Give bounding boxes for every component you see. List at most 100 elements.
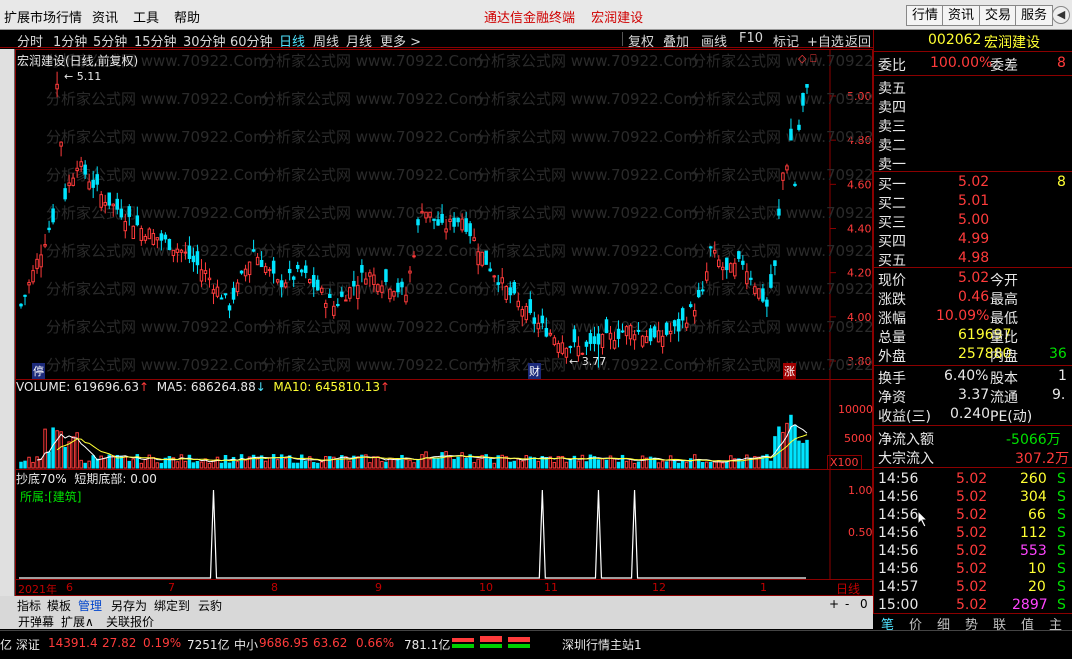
- quote-tab[interactable]: 主: [1049, 614, 1062, 633]
- volume-label: VOLUME:: [16, 380, 71, 394]
- tab-template[interactable]: 模板: [47, 597, 71, 614]
- stat-label: 净资: [878, 390, 906, 406]
- candle-body: [488, 268, 492, 272]
- chart-title: 宏润建设(日线,前复权): [17, 54, 139, 68]
- candle-body: [753, 286, 757, 294]
- left-scroll-strip[interactable]: [0, 49, 15, 596]
- period-5min[interactable]: 5分钟: [93, 31, 127, 50]
- tick-time: 14:56: [878, 561, 919, 577]
- volume-bar: [660, 460, 665, 469]
- period-60min[interactable]: 60分钟: [230, 31, 273, 50]
- service-button[interactable]: 服务: [1015, 5, 1054, 26]
- volume-bar: [532, 457, 537, 469]
- adjust-button[interactable]: 复权: [628, 31, 654, 50]
- candle-body: [680, 308, 685, 321]
- quote-tab[interactable]: 笔: [881, 614, 894, 633]
- candle-body: [63, 188, 67, 200]
- draw-line-button[interactable]: 画线: [701, 31, 727, 50]
- candle-body: [199, 269, 204, 282]
- menu-tools[interactable]: 工具: [133, 7, 159, 26]
- tick-volume: 66: [1028, 507, 1046, 523]
- candle-body: [572, 329, 577, 343]
- volume-bar: [576, 460, 581, 469]
- stat-value: 0.46: [958, 289, 990, 305]
- period-monthly[interactable]: 月线: [346, 31, 372, 50]
- volume-bar: [492, 462, 496, 469]
- watermark-text: 分析家公式网 www.70922.Com: [261, 90, 483, 108]
- stat-label: 总量: [878, 330, 906, 346]
- volume-bar: [745, 454, 749, 469]
- tab-bind-to[interactable]: 绑定到: [154, 597, 190, 614]
- period-more[interactable]: 更多 >: [380, 31, 421, 50]
- tick-price: 5.02: [956, 471, 988, 487]
- sell-level-label: 卖三: [878, 119, 906, 135]
- stat-value: 6.40%: [944, 368, 989, 384]
- chart-settings-icon[interactable]: ◇ ⎕: [798, 52, 817, 66]
- candle-body: [496, 282, 500, 285]
- quote-tab[interactable]: 值: [1021, 614, 1034, 633]
- candle-body: [219, 297, 224, 300]
- candle-body: [75, 167, 79, 172]
- trade-button[interactable]: 交易: [979, 5, 1018, 26]
- tick-volume: 304: [1020, 489, 1047, 505]
- quote-tab[interactable]: 细: [937, 614, 950, 633]
- f10-button[interactable]: F10: [739, 31, 763, 46]
- candle-body: [524, 305, 529, 321]
- mark-button[interactable]: 标记: [773, 31, 799, 50]
- stat-label: 今开: [990, 273, 1018, 289]
- candle-body: [568, 345, 573, 348]
- period-weekly[interactable]: 周线: [313, 31, 339, 50]
- volume-bar: [564, 461, 569, 469]
- menu-extended-market[interactable]: 扩展市场行情: [4, 7, 82, 26]
- quote-tab[interactable]: 势: [965, 614, 978, 633]
- quote-tab[interactable]: 联: [993, 614, 1006, 633]
- price-tick-label: 4.20: [847, 267, 872, 280]
- volume-bar: [235, 461, 240, 469]
- candle-body: [440, 213, 444, 223]
- news-button[interactable]: 资讯: [942, 5, 981, 26]
- candle-body: [785, 165, 789, 171]
- market-button[interactable]: 行情: [906, 5, 945, 26]
- tab-cloud-leopard[interactable]: 云豹: [198, 597, 222, 614]
- finance-marker[interactable]: 财: [528, 363, 541, 379]
- quote-tab[interactable]: 价: [909, 614, 922, 633]
- minimize-icon[interactable]: ◀: [1052, 6, 1070, 24]
- add-watchlist-button[interactable]: +自选: [807, 31, 844, 50]
- candle-body: [544, 328, 549, 337]
- extend-toggle[interactable]: 扩展∧: [61, 613, 94, 630]
- candle-body: [696, 289, 701, 298]
- volume-bar: [444, 451, 448, 469]
- back-button[interactable]: 返回: [845, 31, 871, 50]
- menu-help[interactable]: 帮助: [174, 7, 200, 26]
- candle-body: [604, 319, 609, 334]
- candle-body: [608, 332, 613, 340]
- candle-body: [51, 208, 55, 223]
- tab-indicator[interactable]: 指标: [17, 597, 41, 614]
- server-name[interactable]: 深圳行情主站1: [562, 636, 642, 653]
- indicator-chart[interactable]: 抄底70% 短期底部: 0.00 所属:[建筑] 1.00 0.50: [15, 470, 873, 580]
- zoom-in-button[interactable]: +: [829, 597, 839, 611]
- tab-manage[interactable]: 管理: [78, 597, 102, 614]
- limit-up-marker[interactable]: 涨: [783, 363, 796, 379]
- tick-price: 5.02: [956, 597, 988, 613]
- webi-label: 委比: [878, 58, 906, 74]
- overlay-button[interactable]: 叠加: [663, 31, 689, 50]
- volume-chart[interactable]: VOLUME: 619696.63↑ MA5: 686264.88↓ MA10:…: [15, 380, 873, 470]
- related-quotes[interactable]: 关联报价: [106, 613, 154, 630]
- zoom-out-button[interactable]: -: [845, 597, 849, 611]
- danmaku-toggle[interactable]: 开弹幕: [18, 613, 54, 630]
- period-daily[interactable]: 日线: [279, 31, 305, 50]
- halt-marker[interactable]: 停: [32, 363, 45, 379]
- watermark-text: 分析家公式网 www.70922.Com: [261, 166, 483, 184]
- date-month-7: 7: [168, 581, 175, 594]
- period-1min[interactable]: 1分钟: [53, 31, 87, 50]
- kline-chart[interactable]: 5.00 4.80 4.60 4.40 4.20 4.00 3.80 分析家公式网 www.7…: [15, 49, 913, 381]
- zoom-reset-button[interactable]: 0: [860, 597, 868, 611]
- volume-legend: VOLUME: 619696.63↑ MA5: 686264.88↓ MA10:…: [16, 380, 391, 394]
- menu-news[interactable]: 资讯: [92, 7, 118, 26]
- period-timeshare[interactable]: 分时: [17, 31, 43, 50]
- tab-save-as[interactable]: 另存为: [111, 597, 147, 614]
- watermark-text: 分析家公式网 www.70922.Com: [261, 52, 483, 70]
- period-30min[interactable]: 30分钟: [183, 31, 226, 50]
- period-15min[interactable]: 15分钟: [134, 31, 177, 50]
